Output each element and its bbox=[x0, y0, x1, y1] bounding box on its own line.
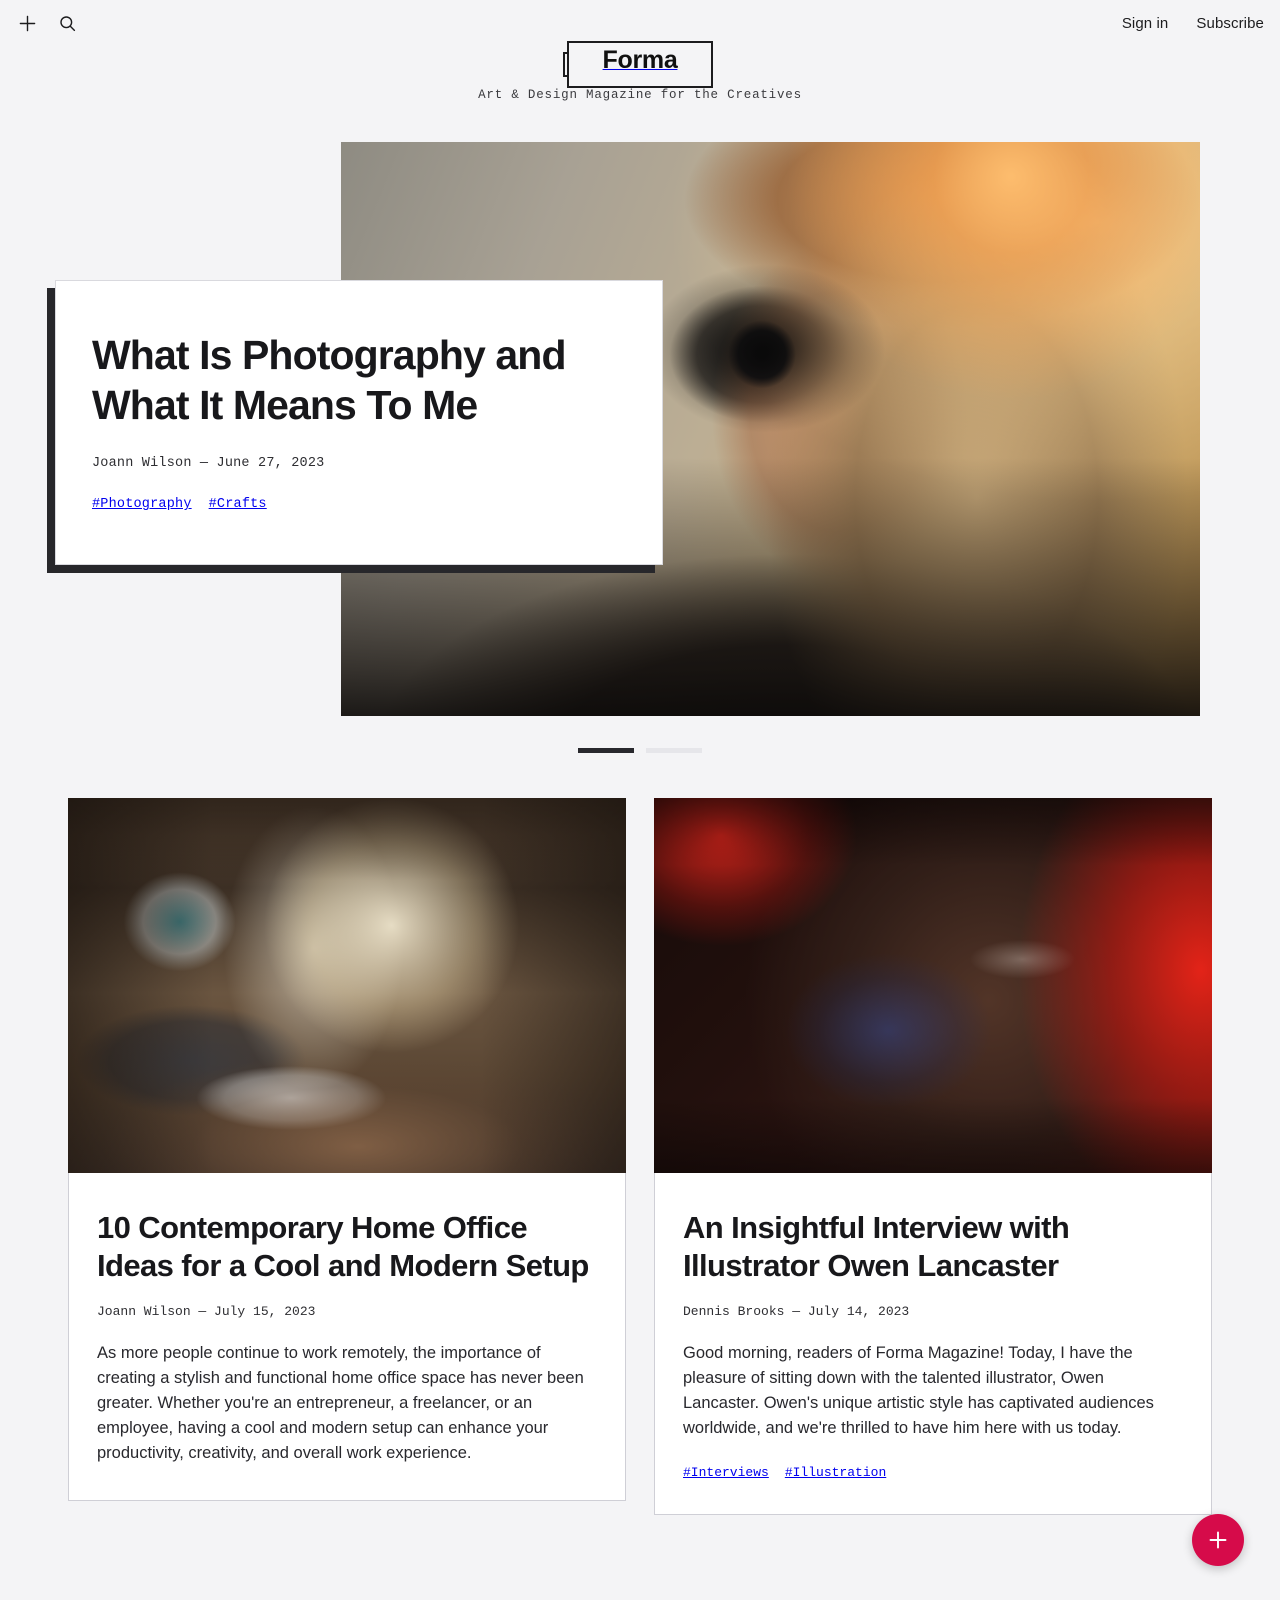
logo-box: Forma bbox=[566, 41, 714, 88]
compose-fab-button[interactable] bbox=[1192, 1514, 1244, 1566]
article-card-body: 10 Contemporary Home Office Ideas for a … bbox=[68, 1173, 626, 1502]
article-title: An Insightful Interview with Illustrator… bbox=[683, 1210, 1070, 1283]
logo-text: Forma bbox=[602, 46, 678, 74]
carousel-indicator-2[interactable] bbox=[646, 748, 702, 753]
subscribe-link[interactable]: Subscribe bbox=[1196, 15, 1264, 32]
tag-illustration[interactable]: #Illustration bbox=[785, 1465, 886, 1480]
sign-in-link[interactable]: Sign in bbox=[1122, 15, 1169, 32]
hero-carousel: What Is Photography and What It Means To… bbox=[0, 142, 1280, 717]
article-photo-portrait bbox=[654, 798, 1212, 1173]
search-icon[interactable] bbox=[54, 10, 80, 36]
hero-article-card-wrapper: What Is Photography and What It Means To… bbox=[47, 280, 663, 574]
article-card-home-office[interactable]: 10 Contemporary Home Office Ideas for a … bbox=[68, 798, 626, 1515]
article-meta: Joann Wilson — July 15, 2023 bbox=[97, 1303, 316, 1319]
masthead: Forma Art & Design Magazine for the Crea… bbox=[0, 41, 1280, 102]
plus-icon[interactable] bbox=[14, 10, 40, 36]
hero-article-title: What Is Photography and What It Means To… bbox=[92, 332, 566, 428]
article-excerpt: As more people continue to work remotely… bbox=[97, 1343, 584, 1462]
article-photo-home-office bbox=[68, 798, 626, 1173]
hero-article-meta: Joann Wilson — June 27, 2023 bbox=[92, 456, 325, 472]
article-thumbnail[interactable] bbox=[68, 798, 626, 1173]
article-card-owen-lancaster[interactable]: An Insightful Interview with Illustrator… bbox=[654, 798, 1212, 1515]
site-logo[interactable]: Forma bbox=[562, 41, 714, 88]
tag-photography[interactable]: #Photography bbox=[92, 497, 192, 512]
hero-article-tags: #Photography #Crafts bbox=[92, 497, 618, 512]
carousel-indicators bbox=[0, 748, 1280, 753]
carousel-indicator-1[interactable] bbox=[578, 748, 634, 753]
site-tagline: Art & Design Magazine for the Creatives bbox=[478, 88, 802, 102]
tag-interviews[interactable]: #Interviews bbox=[683, 1465, 769, 1480]
article-tags: #Interviews #Illustration bbox=[683, 1465, 1177, 1480]
article-excerpt: Good morning, readers of Forma Magazine!… bbox=[683, 1343, 1154, 1437]
hero-article-card[interactable]: What Is Photography and What It Means To… bbox=[55, 280, 663, 566]
plus-icon bbox=[1209, 1531, 1227, 1549]
article-title: 10 Contemporary Home Office Ideas for a … bbox=[97, 1210, 589, 1283]
article-card-body: An Insightful Interview with Illustrator… bbox=[654, 1173, 1212, 1515]
article-meta: Dennis Brooks — July 14, 2023 bbox=[683, 1303, 910, 1319]
article-thumbnail[interactable] bbox=[654, 798, 1212, 1173]
tag-crafts[interactable]: #Crafts bbox=[209, 497, 267, 512]
top-bar: Sign in Subscribe bbox=[0, 0, 1280, 46]
article-grid: 10 Contemporary Home Office Ideas for a … bbox=[0, 798, 1280, 1515]
top-bar-actions bbox=[14, 10, 80, 36]
top-bar-nav: Sign in Subscribe bbox=[1122, 15, 1264, 32]
